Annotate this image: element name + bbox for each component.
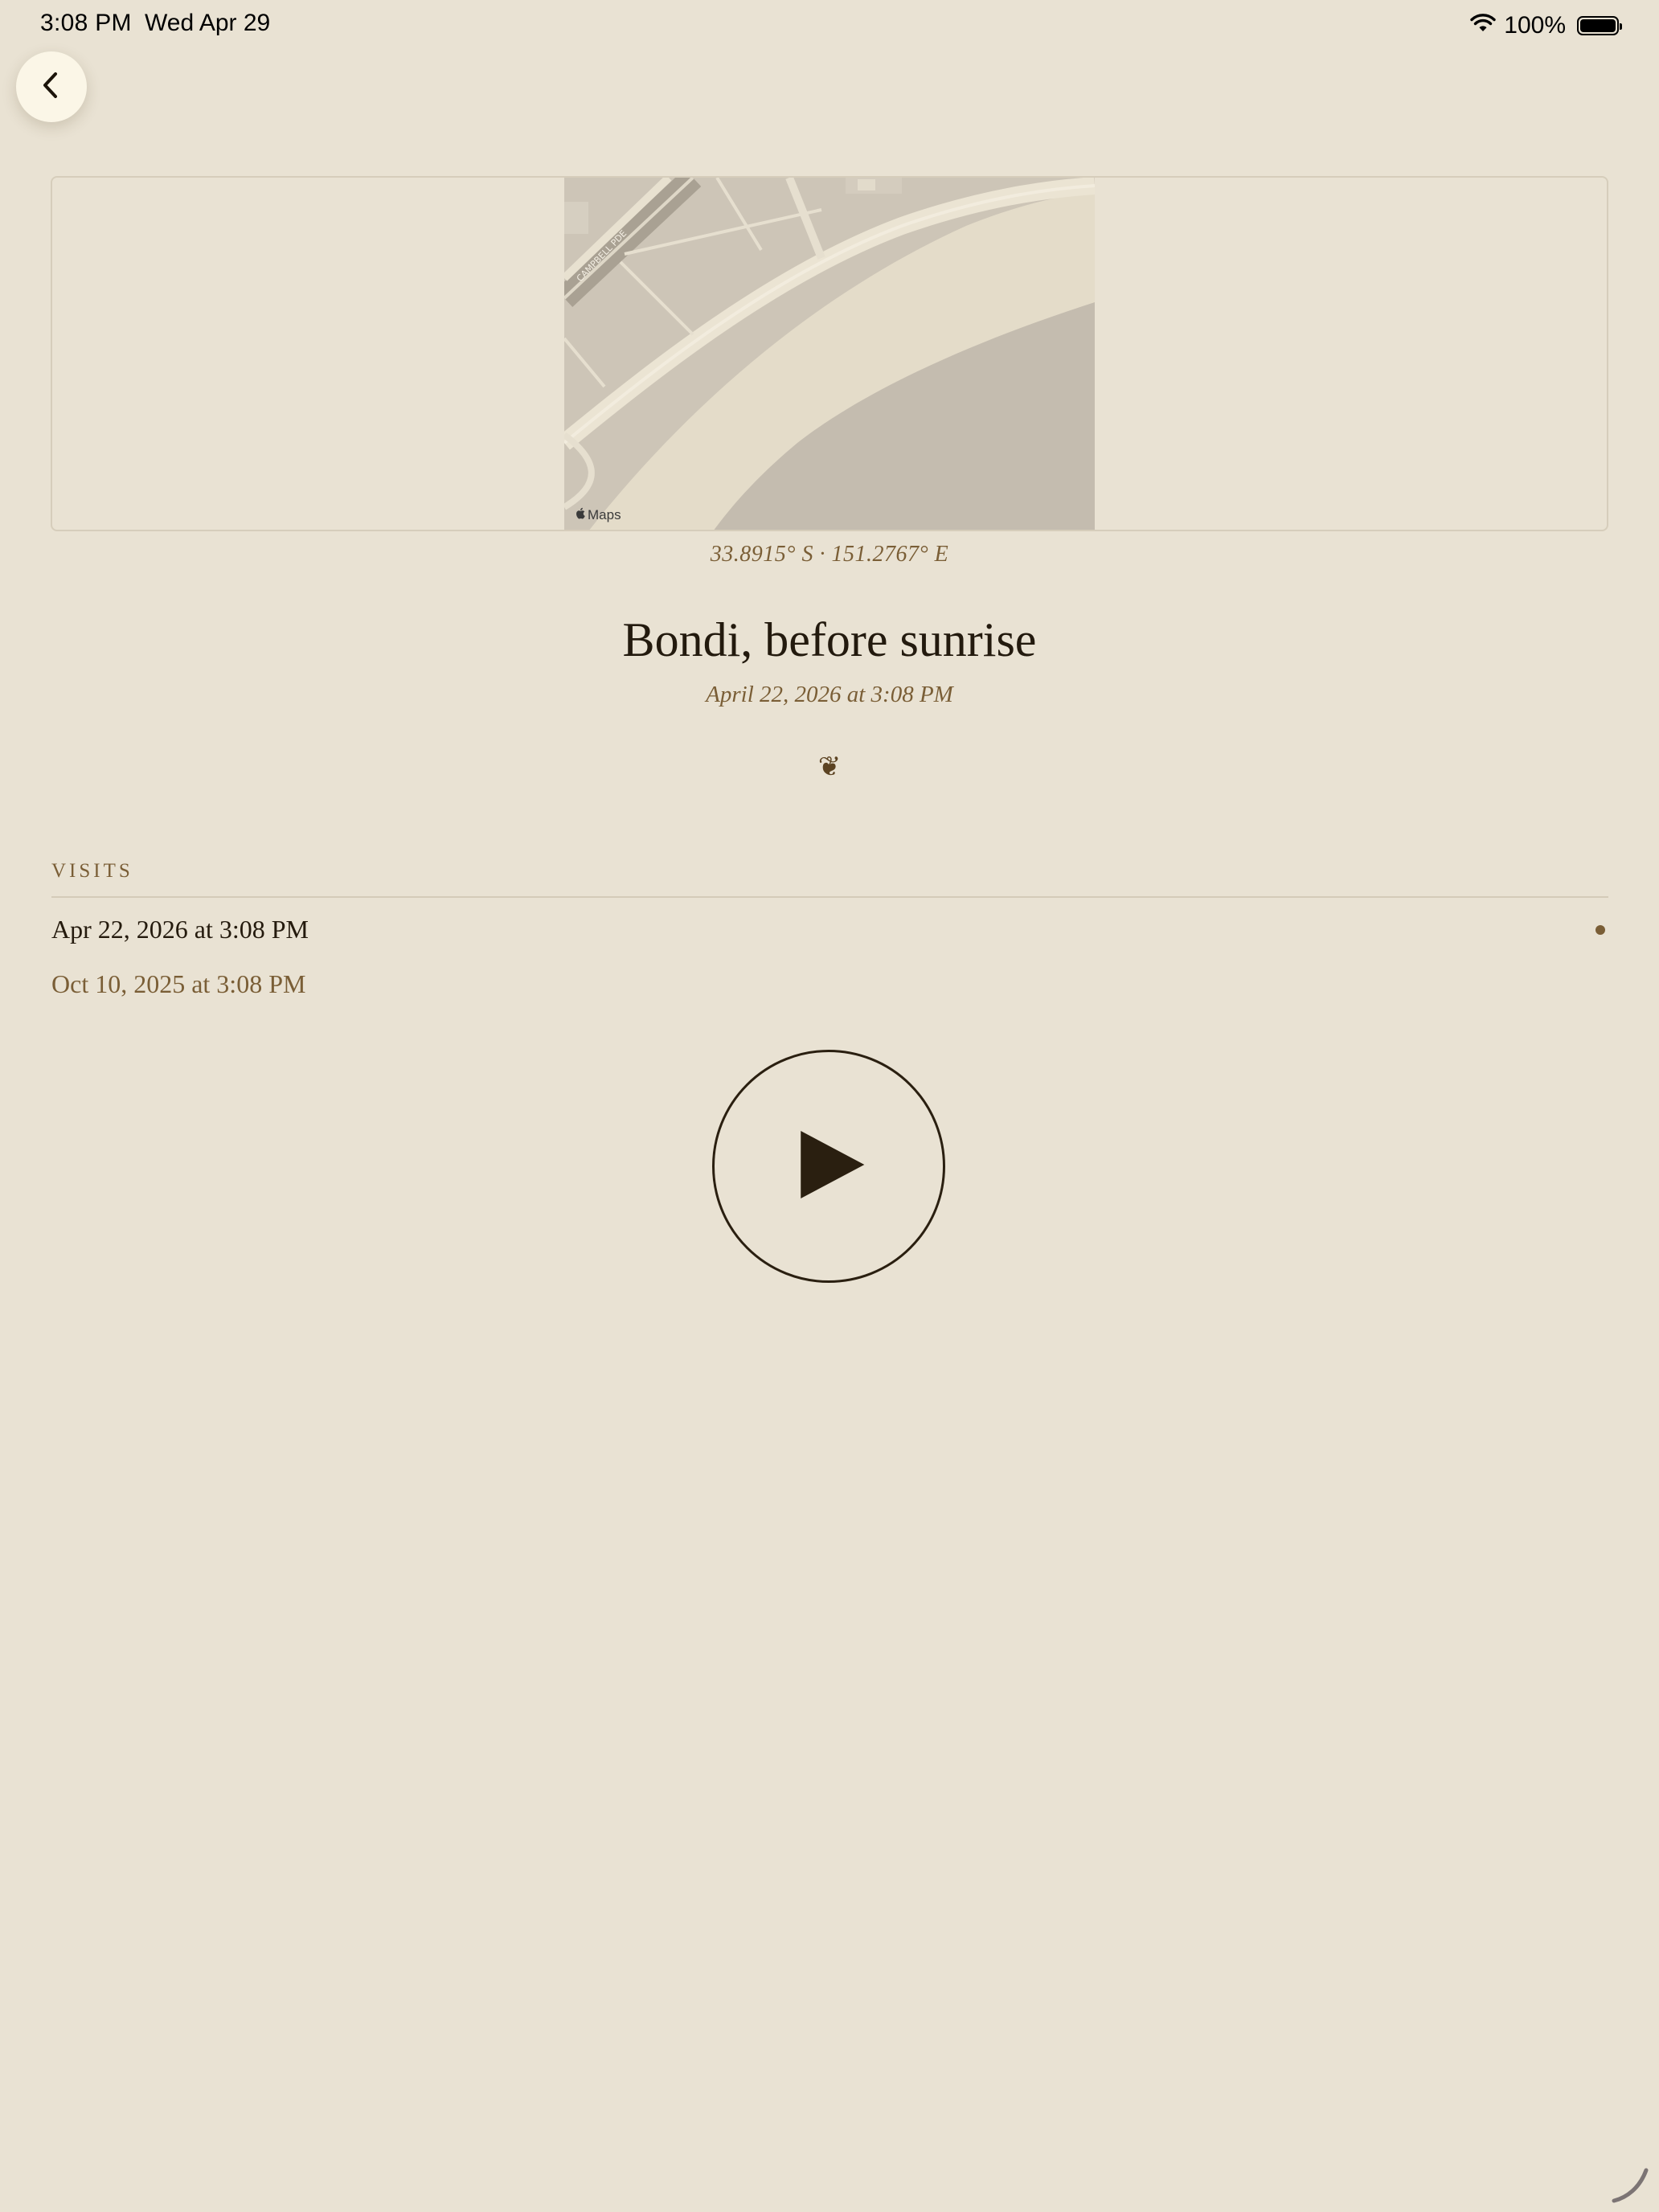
- status-time: 3:08 PM: [40, 10, 132, 36]
- apple-logo-icon: [576, 507, 586, 523]
- play-icon: [789, 1124, 869, 1209]
- visits-header: VISITS: [51, 860, 133, 882]
- battery-icon: [1577, 16, 1622, 35]
- visit-date: Apr 22, 2026 at 3:08 PM: [51, 915, 309, 944]
- fleuron-icon: ❦: [817, 751, 842, 783]
- map-graphic: CAMPBELL PDE: [564, 178, 1095, 530]
- chevron-left-icon: [35, 69, 68, 105]
- status-date: Wed Apr 29: [145, 10, 271, 36]
- maps-attribution[interactable]: Maps: [576, 507, 621, 523]
- back-button[interactable]: [16, 51, 87, 122]
- coordinates: 33.8915° S · 151.2767° E: [710, 542, 949, 567]
- resize-handle-icon[interactable]: [1611, 2164, 1651, 2204]
- battery-percentage: 100%: [1504, 12, 1566, 39]
- entry-timestamp: April 22, 2026 at 3:08 PM: [706, 682, 953, 707]
- map-tile[interactable]: CAMPBELL PDE Maps: [564, 178, 1095, 530]
- divider: [51, 896, 1608, 898]
- page-title: Bondi, before sunrise: [622, 613, 1037, 666]
- visit-row[interactable]: Oct 10, 2025 at 3:08 PM: [51, 969, 1608, 999]
- map-view[interactable]: CAMPBELL PDE Maps: [51, 176, 1608, 531]
- status-indicators: 100%: [1470, 8, 1622, 43]
- play-button[interactable]: [712, 1050, 945, 1283]
- current-visit-dot-icon: [1596, 924, 1605, 935]
- visit-date: Oct 10, 2025 at 3:08 PM: [51, 969, 306, 998]
- maps-attribution-label: Maps: [588, 507, 621, 522]
- visit-row-current[interactable]: Apr 22, 2026 at 3:08 PM: [51, 915, 1608, 944]
- wifi-icon: [1470, 12, 1496, 39]
